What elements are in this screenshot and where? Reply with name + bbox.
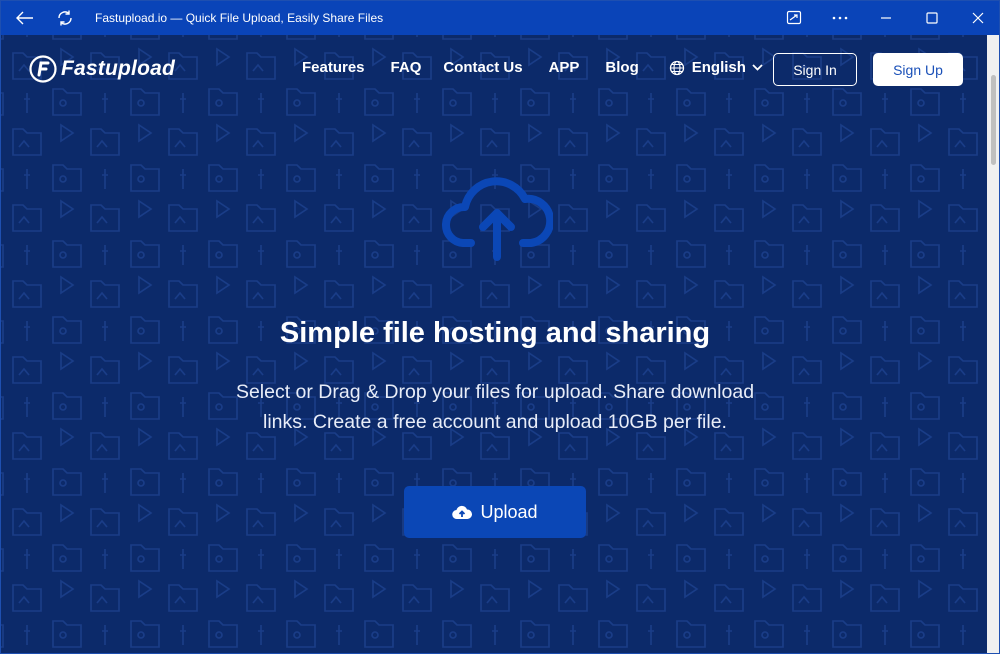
refresh-icon: [56, 9, 74, 27]
more-button[interactable]: [817, 1, 863, 35]
cloud-upload-icon: [441, 167, 553, 261]
close-icon: [972, 12, 984, 24]
logo-text: Fastupload: [61, 57, 175, 81]
top-nav: Fastupload Features FAQ Contact Us APP B…: [1, 35, 989, 105]
chevron-down-icon: [752, 64, 763, 71]
upload-label: Upload: [480, 502, 537, 523]
minimize-button[interactable]: [863, 1, 909, 35]
minimize-icon: [880, 17, 892, 19]
close-button[interactable]: [955, 1, 1000, 35]
nav-link-features[interactable]: Features: [302, 59, 365, 76]
scrollbar[interactable]: [987, 35, 999, 654]
browser-window: Fastupload.io — Quick File Upload, Easil…: [0, 0, 1000, 654]
fastupload-logo-icon: [29, 55, 57, 83]
cast-button[interactable]: [771, 1, 817, 35]
language-selector[interactable]: English: [669, 59, 763, 76]
back-arrow-icon: [16, 11, 34, 25]
logo[interactable]: Fastupload: [29, 55, 175, 83]
refresh-button[interactable]: [45, 1, 85, 35]
nav-link-contact-us[interactable]: Contact Us: [443, 59, 522, 76]
hero-description: Select or Drag & Drop your files for upl…: [225, 377, 765, 437]
maximize-button[interactable]: [909, 1, 955, 35]
sign-up-button[interactable]: Sign Up: [873, 53, 963, 86]
maximize-icon: [926, 12, 938, 24]
hero-title: Simple file hosting and sharing: [1, 317, 989, 350]
nav-link-faq[interactable]: FAQ: [391, 59, 422, 76]
nav-link-app[interactable]: APP: [549, 59, 580, 76]
upload-button[interactable]: Upload: [404, 486, 586, 538]
back-button[interactable]: [5, 1, 45, 35]
more-icon: [832, 16, 848, 20]
nav-link-blog[interactable]: Blog: [605, 59, 638, 76]
title-bar: Fastupload.io — Quick File Upload, Easil…: [1, 1, 1000, 35]
globe-icon: [669, 60, 685, 76]
language-label: English: [692, 59, 746, 76]
window-title: Fastupload.io — Quick File Upload, Easil…: [95, 11, 383, 25]
cloud-upload-small-icon: [452, 505, 472, 520]
sign-in-button[interactable]: Sign In: [773, 53, 857, 86]
cast-icon: [786, 10, 802, 26]
scrollbar-thumb[interactable]: [991, 75, 996, 165]
page-content: Fastupload Features FAQ Contact Us APP B…: [1, 35, 989, 654]
